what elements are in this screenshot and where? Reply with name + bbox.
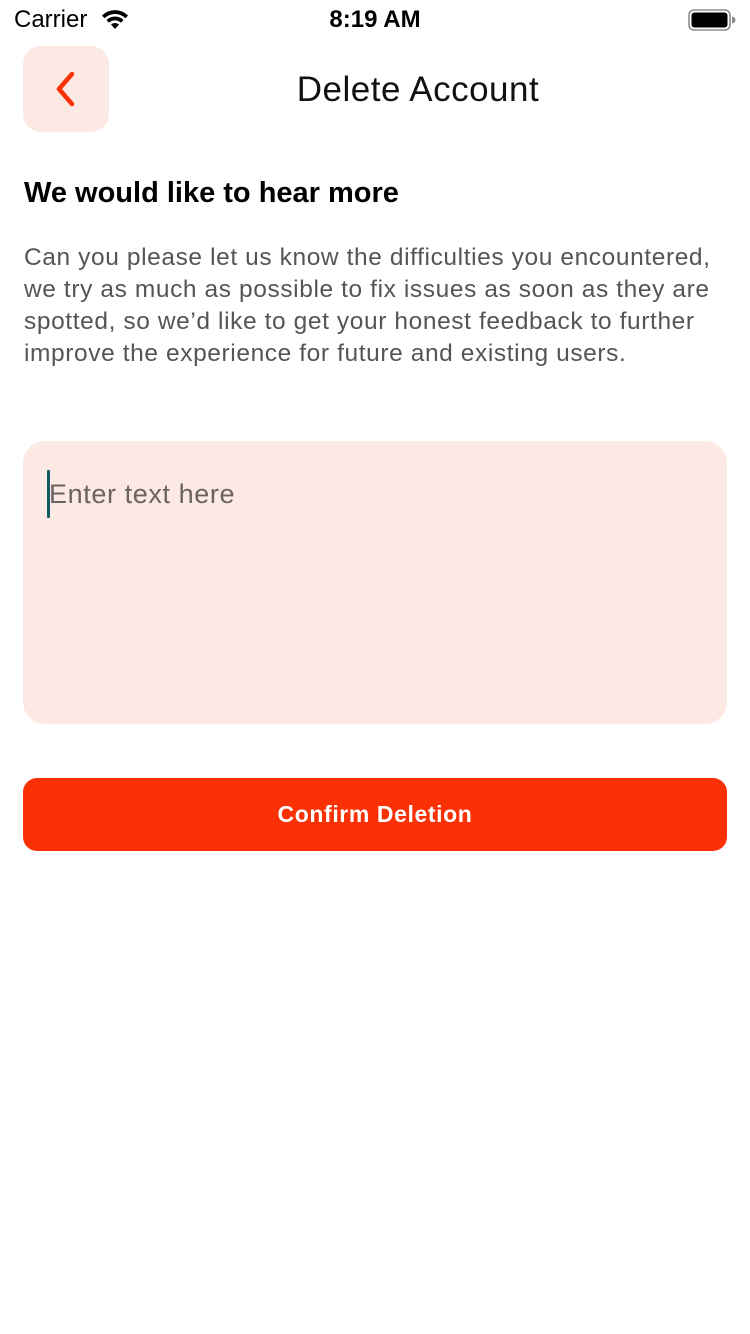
back-button[interactable] [23, 46, 109, 132]
feedback-placeholder: Enter text here [49, 479, 236, 509]
confirm-deletion-label: Confirm Deletion [277, 801, 473, 827]
page-title: Delete Account [296, 70, 540, 109]
description-text: Can you please let us know the difficult… [24, 244, 711, 367]
section-heading: We would like to hear more [24, 177, 399, 209]
battery-icon [688, 9, 736, 31]
chevron-left-icon [56, 71, 75, 107]
status-bar: Carrier 8:19 AM [0, 0, 750, 40]
confirm-deletion-button[interactable]: Confirm Deletion [23, 778, 727, 851]
status-time: 8:19 AM [329, 6, 421, 33]
feedback-input[interactable]: Enter text here [23, 441, 727, 724]
